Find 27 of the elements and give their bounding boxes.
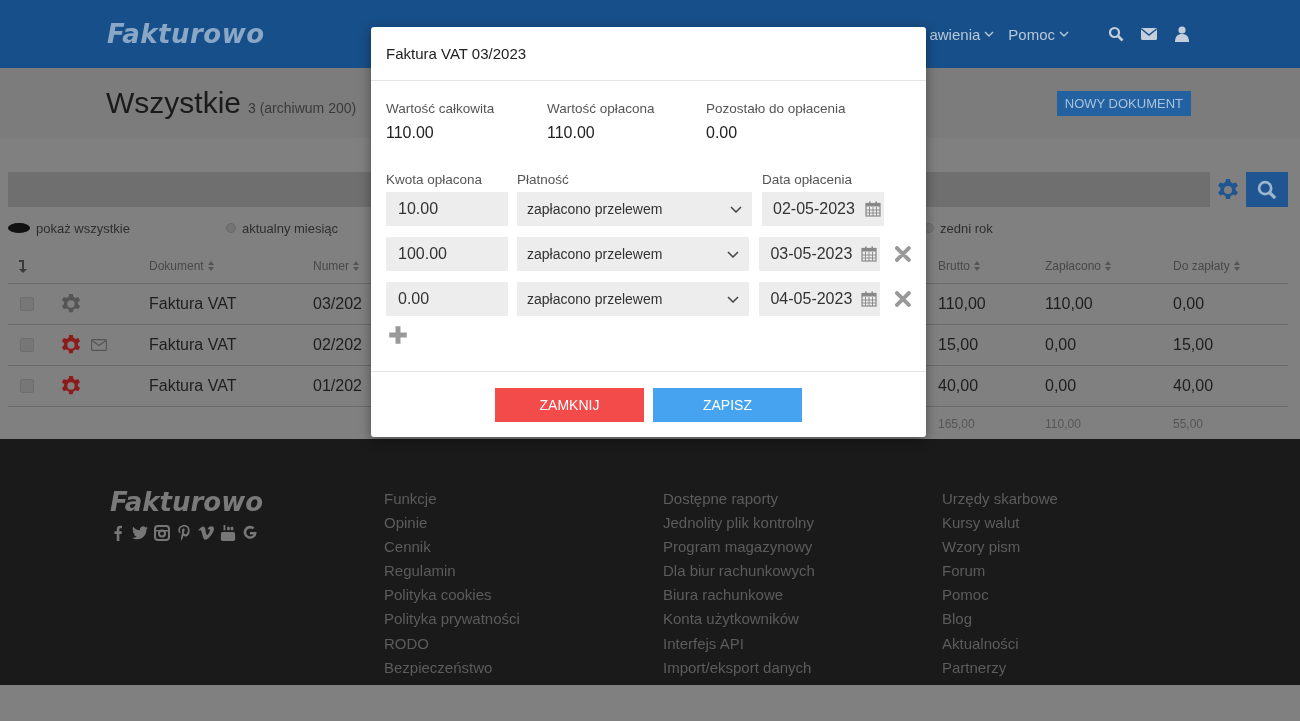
table-cell: 40,00: [1173, 377, 1214, 395]
table-cell: 110,00: [938, 295, 986, 313]
document-count: 3 (archiwum 200): [248, 100, 357, 116]
table-cell: 0,00: [1173, 295, 1205, 313]
field-label: Kwota opłacona: [386, 172, 484, 187]
table-cell: 40,00: [938, 377, 979, 395]
table-cell: Faktura VAT: [149, 336, 237, 354]
summary-label: Wartość całkowita: [386, 101, 496, 116]
table-cell: 0,00: [1045, 336, 1077, 354]
table-cell: 110,00: [1045, 295, 1093, 313]
summary-value: 110.00: [547, 124, 596, 142]
dialog-title: Faktura VAT 03/2023: [386, 45, 527, 62]
table-cell: 03/202: [313, 295, 362, 313]
summary-value: 0.00: [706, 124, 739, 142]
table-cell: 02/202: [313, 336, 362, 354]
table-cell: 15,00: [938, 336, 979, 354]
table-cell: Faktura VAT: [149, 377, 237, 395]
table-cell: 15,00: [1173, 336, 1214, 354]
field-label: Płatność: [517, 172, 570, 187]
table-cell: 0,00: [1045, 377, 1077, 395]
summary-label: Wartość opłacona: [547, 101, 656, 116]
page-title: Wszystkie: [106, 86, 241, 120]
field-label: Data opłacenia: [762, 172, 854, 187]
table-cell: Faktura VAT: [149, 295, 237, 313]
summary-label: Pozostało do opłacenia: [706, 101, 846, 116]
table-cell: 01/202: [313, 377, 362, 395]
summary-value: 110.00: [386, 124, 435, 142]
